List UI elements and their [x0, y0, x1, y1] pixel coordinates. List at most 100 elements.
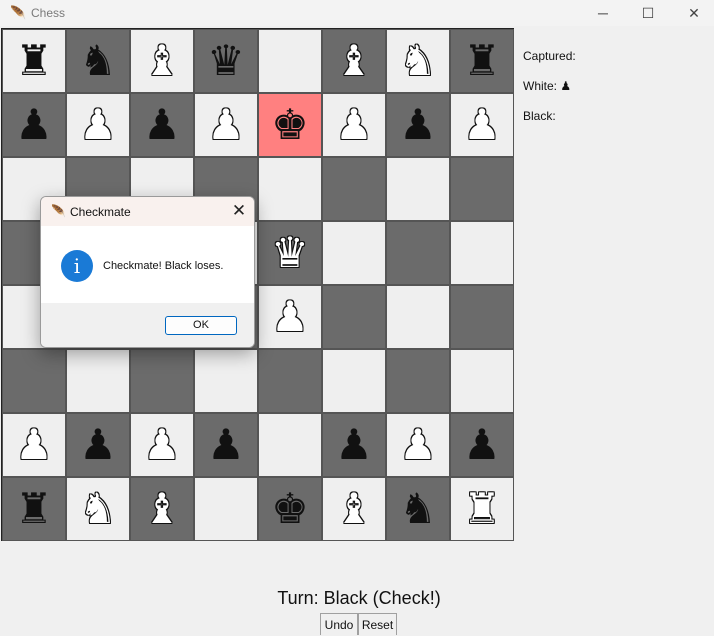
board-square[interactable]: ♞ [386, 29, 450, 93]
black-king-icon[interactable]: ♚ [271, 488, 309, 530]
white-pawn-icon[interactable]: ♟ [143, 424, 181, 466]
dialog-close-button[interactable]: ✕ [229, 201, 249, 221]
white-knight-icon[interactable]: ♞ [399, 40, 437, 82]
black-rook-icon[interactable]: ♜ [15, 488, 53, 530]
dialog-title: Checkmate [70, 205, 131, 219]
board-square[interactable] [322, 349, 386, 413]
undo-button[interactable]: Undo [320, 613, 358, 635]
board-square[interactable]: ♟ [258, 285, 322, 349]
board-square[interactable] [130, 349, 194, 413]
board-square[interactable]: ♟ [386, 93, 450, 157]
board-square[interactable]: ♜ [450, 29, 514, 93]
black-knight-icon[interactable]: ♞ [399, 488, 437, 530]
board-square[interactable]: ♞ [66, 29, 130, 93]
board-square[interactable]: ♛ [194, 29, 258, 93]
board-square[interactable]: ♜ [450, 477, 514, 541]
white-bishop-icon[interactable]: ♝ [143, 488, 181, 530]
board-square[interactable] [386, 221, 450, 285]
black-pawn-icon[interactable]: ♟ [335, 424, 373, 466]
board-square[interactable]: ♟ [322, 93, 386, 157]
white-bishop-icon[interactable]: ♝ [335, 40, 373, 82]
board-square[interactable] [386, 349, 450, 413]
board-square[interactable] [450, 157, 514, 221]
board-square[interactable]: ♟ [386, 413, 450, 477]
white-pawn-icon[interactable]: ♟ [79, 104, 117, 146]
board-square[interactable] [386, 157, 450, 221]
white-queen-icon[interactable]: ♛ [271, 232, 309, 274]
ok-button[interactable]: OK [165, 316, 237, 335]
board-square[interactable]: ♝ [130, 29, 194, 93]
board-square[interactable]: ♟ [450, 413, 514, 477]
dialog-message: Checkmate! Black loses. [103, 260, 224, 272]
board-square[interactable]: ♛ [258, 221, 322, 285]
board-square[interactable]: ♝ [130, 477, 194, 541]
black-pawn-icon[interactable]: ♟ [463, 424, 501, 466]
white-pawn-icon[interactable]: ♟ [463, 104, 501, 146]
window-title: Chess [31, 6, 66, 20]
info-icon: i [61, 250, 93, 282]
white-pawn-icon[interactable]: ♟ [15, 424, 53, 466]
close-window-button[interactable]: ✕ [679, 3, 709, 23]
board-square[interactable] [258, 157, 322, 221]
board-square[interactable]: ♞ [386, 477, 450, 541]
reset-button[interactable]: Reset [358, 613, 397, 635]
board-square[interactable] [450, 349, 514, 413]
white-bishop-icon[interactable]: ♝ [335, 488, 373, 530]
board-square[interactable]: ♜ [2, 29, 66, 93]
captured-title: Captured: [523, 49, 576, 63]
board-square[interactable] [194, 477, 258, 541]
feather-icon: 🪶 [10, 5, 27, 20]
board-square[interactable] [450, 221, 514, 285]
captured-white: White: ♟ [523, 79, 572, 93]
board-square[interactable] [66, 349, 130, 413]
minimize-button[interactable]: ─ [588, 3, 618, 23]
board-square[interactable] [450, 285, 514, 349]
board-square[interactable] [258, 29, 322, 93]
board-square[interactable] [2, 349, 66, 413]
board-square[interactable]: ♟ [2, 413, 66, 477]
board-square[interactable]: ♝ [322, 29, 386, 93]
black-pawn-icon[interactable]: ♟ [143, 104, 181, 146]
board-square[interactable]: ♟ [130, 93, 194, 157]
black-knight-icon[interactable]: ♞ [79, 40, 117, 82]
board-square[interactable] [194, 349, 258, 413]
white-bishop-icon[interactable]: ♝ [143, 40, 181, 82]
board-square[interactable]: ♚ [258, 93, 322, 157]
white-pawn-icon[interactable]: ♟ [335, 104, 373, 146]
white-pawn-icon[interactable]: ♟ [207, 104, 245, 146]
board-square[interactable]: ♟ [66, 413, 130, 477]
black-queen-icon[interactable]: ♛ [207, 40, 245, 82]
board-square[interactable]: ♚ [258, 477, 322, 541]
window-titlebar: 🪶 Chess ─ ☐ ✕ [0, 0, 714, 26]
board-square[interactable] [322, 157, 386, 221]
black-pawn-icon[interactable]: ♟ [207, 424, 245, 466]
black-rook-icon[interactable]: ♜ [463, 40, 501, 82]
board-square[interactable]: ♞ [66, 477, 130, 541]
feather-icon: 🪶 [51, 204, 66, 218]
maximize-button[interactable]: ☐ [633, 3, 663, 23]
black-king-icon[interactable]: ♚ [271, 104, 309, 146]
board-square[interactable] [322, 285, 386, 349]
board-square[interactable]: ♝ [322, 477, 386, 541]
board-square[interactable]: ♟ [322, 413, 386, 477]
board-square[interactable] [386, 285, 450, 349]
board-square[interactable]: ♜ [2, 477, 66, 541]
board-square[interactable] [258, 413, 322, 477]
board-square[interactable]: ♟ [450, 93, 514, 157]
white-knight-icon[interactable]: ♞ [79, 488, 117, 530]
white-rook-icon[interactable]: ♜ [463, 488, 501, 530]
board-square[interactable]: ♟ [194, 93, 258, 157]
black-rook-icon[interactable]: ♜ [15, 40, 53, 82]
dialog-footer: OK [41, 303, 254, 347]
white-pawn-icon[interactable]: ♟ [271, 296, 309, 338]
board-square[interactable]: ♟ [66, 93, 130, 157]
board-square[interactable]: ♟ [2, 93, 66, 157]
black-pawn-icon[interactable]: ♟ [399, 104, 437, 146]
black-pawn-icon[interactable]: ♟ [79, 424, 117, 466]
board-square[interactable]: ♟ [194, 413, 258, 477]
black-pawn-icon[interactable]: ♟ [15, 104, 53, 146]
board-square[interactable]: ♟ [130, 413, 194, 477]
board-square[interactable] [258, 349, 322, 413]
white-pawn-icon[interactable]: ♟ [399, 424, 437, 466]
board-square[interactable] [322, 221, 386, 285]
